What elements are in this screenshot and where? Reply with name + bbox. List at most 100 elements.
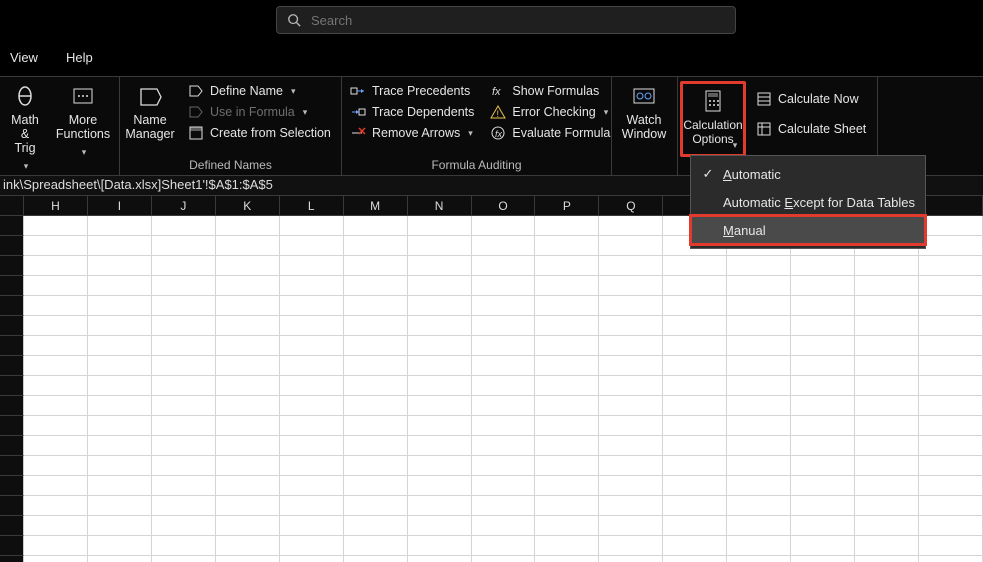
cell[interactable] bbox=[216, 316, 280, 336]
cell[interactable] bbox=[791, 556, 855, 562]
cell[interactable] bbox=[599, 456, 663, 476]
cell[interactable] bbox=[24, 276, 88, 296]
cell[interactable] bbox=[344, 336, 408, 356]
cell[interactable] bbox=[663, 456, 727, 476]
cell[interactable] bbox=[599, 436, 663, 456]
cell[interactable] bbox=[855, 316, 919, 336]
cell[interactable] bbox=[408, 436, 472, 456]
cell[interactable] bbox=[408, 376, 472, 396]
cell[interactable] bbox=[855, 396, 919, 416]
cell[interactable] bbox=[408, 516, 472, 536]
cell[interactable] bbox=[216, 216, 280, 236]
cell[interactable] bbox=[855, 276, 919, 296]
cell[interactable] bbox=[24, 556, 88, 562]
cell[interactable] bbox=[855, 336, 919, 356]
cell[interactable] bbox=[919, 256, 983, 276]
cell[interactable] bbox=[88, 516, 152, 536]
cell[interactable] bbox=[88, 296, 152, 316]
cell[interactable] bbox=[216, 236, 280, 256]
cell[interactable] bbox=[280, 556, 344, 562]
cell[interactable] bbox=[855, 296, 919, 316]
cell[interactable] bbox=[344, 536, 408, 556]
cell[interactable] bbox=[408, 456, 472, 476]
menu-view[interactable]: View bbox=[6, 46, 42, 69]
cell[interactable] bbox=[663, 316, 727, 336]
cell[interactable] bbox=[344, 416, 408, 436]
cell[interactable] bbox=[152, 356, 216, 376]
cell[interactable] bbox=[472, 296, 536, 316]
cell[interactable] bbox=[280, 536, 344, 556]
column-header[interactable]: N bbox=[408, 196, 472, 215]
cell[interactable] bbox=[599, 476, 663, 496]
cell[interactable] bbox=[472, 216, 536, 236]
cell[interactable] bbox=[152, 376, 216, 396]
watch-window-button[interactable]: Watch Window bbox=[612, 77, 676, 143]
cell[interactable] bbox=[599, 396, 663, 416]
cell[interactable] bbox=[152, 336, 216, 356]
cell[interactable] bbox=[919, 316, 983, 336]
cell[interactable] bbox=[599, 516, 663, 536]
cell[interactable] bbox=[727, 436, 791, 456]
cell[interactable] bbox=[152, 436, 216, 456]
cell[interactable] bbox=[599, 216, 663, 236]
cell[interactable] bbox=[919, 416, 983, 436]
cell[interactable] bbox=[152, 256, 216, 276]
cell[interactable] bbox=[216, 256, 280, 276]
cell[interactable] bbox=[408, 276, 472, 296]
cell[interactable] bbox=[280, 276, 344, 296]
cell[interactable] bbox=[152, 516, 216, 536]
cell[interactable] bbox=[599, 376, 663, 396]
cell[interactable] bbox=[408, 296, 472, 316]
search-input[interactable] bbox=[311, 13, 725, 28]
cell[interactable] bbox=[152, 236, 216, 256]
select-all-corner[interactable] bbox=[0, 196, 24, 215]
cell[interactable] bbox=[663, 276, 727, 296]
cell[interactable] bbox=[791, 536, 855, 556]
cell[interactable] bbox=[727, 396, 791, 416]
cell[interactable] bbox=[280, 216, 344, 236]
cell[interactable] bbox=[919, 396, 983, 416]
cell[interactable] bbox=[919, 476, 983, 496]
cell[interactable] bbox=[88, 556, 152, 562]
cell[interactable] bbox=[791, 276, 855, 296]
cell[interactable] bbox=[599, 336, 663, 356]
cell[interactable] bbox=[408, 356, 472, 376]
cell[interactable] bbox=[472, 256, 536, 276]
cell[interactable] bbox=[216, 296, 280, 316]
cell[interactable] bbox=[663, 516, 727, 536]
cell[interactable] bbox=[472, 396, 536, 416]
error-checking-button[interactable]: ! Error Checking ▾ bbox=[490, 104, 610, 120]
cell[interactable] bbox=[280, 296, 344, 316]
cell[interactable] bbox=[152, 556, 216, 562]
cell[interactable] bbox=[280, 436, 344, 456]
cell[interactable] bbox=[280, 476, 344, 496]
cell[interactable] bbox=[280, 336, 344, 356]
cell[interactable] bbox=[24, 336, 88, 356]
cell[interactable] bbox=[408, 256, 472, 276]
cell[interactable] bbox=[472, 516, 536, 536]
cell[interactable] bbox=[599, 256, 663, 276]
cell[interactable] bbox=[663, 416, 727, 436]
cell[interactable] bbox=[216, 496, 280, 516]
cell[interactable] bbox=[919, 236, 983, 256]
cell[interactable] bbox=[216, 436, 280, 456]
cell[interactable] bbox=[472, 536, 536, 556]
cell[interactable] bbox=[152, 296, 216, 316]
search-box[interactable] bbox=[276, 6, 736, 34]
cell[interactable] bbox=[535, 216, 599, 236]
cell[interactable] bbox=[88, 476, 152, 496]
name-manager-button[interactable]: Name Manager bbox=[120, 77, 180, 143]
cell[interactable] bbox=[919, 356, 983, 376]
cell[interactable] bbox=[344, 216, 408, 236]
cell[interactable] bbox=[88, 536, 152, 556]
cell[interactable] bbox=[280, 376, 344, 396]
column-header[interactable]: L bbox=[280, 196, 344, 215]
cell[interactable] bbox=[280, 316, 344, 336]
cell[interactable] bbox=[408, 216, 472, 236]
cell[interactable] bbox=[855, 456, 919, 476]
define-name-button[interactable]: Define Name ▾ bbox=[188, 83, 331, 99]
cell[interactable] bbox=[855, 556, 919, 562]
cell[interactable] bbox=[535, 456, 599, 476]
cell[interactable] bbox=[599, 416, 663, 436]
cell[interactable] bbox=[791, 396, 855, 416]
